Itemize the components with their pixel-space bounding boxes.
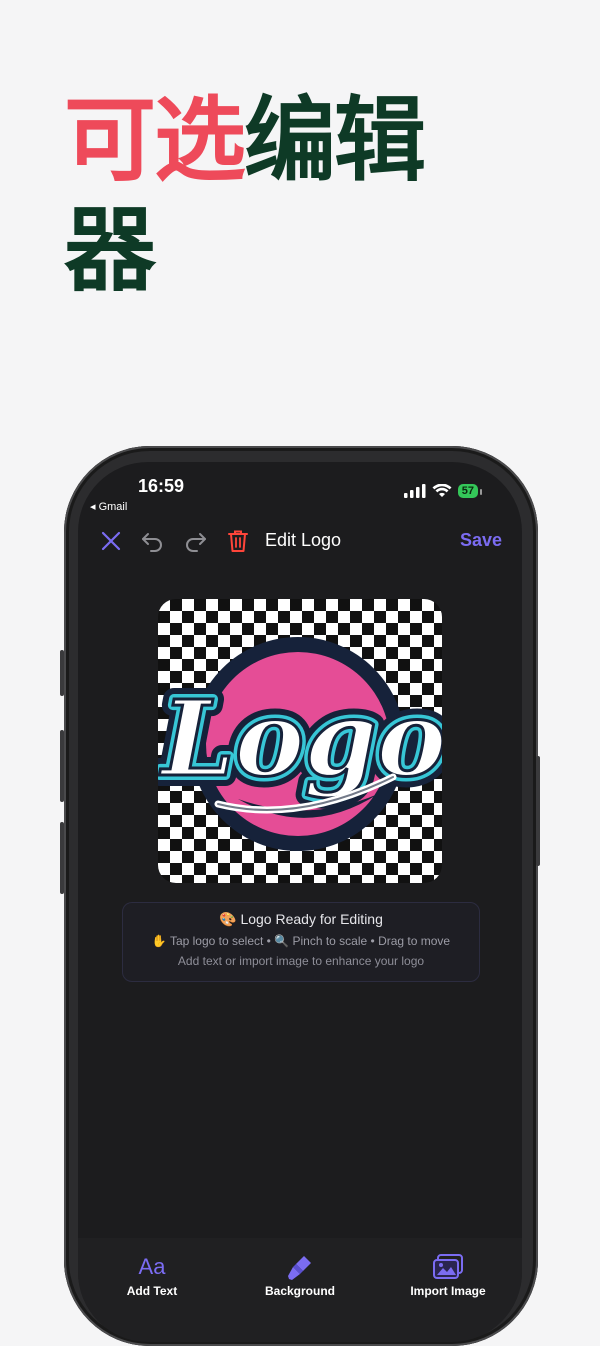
add-text-label: Add Text <box>126 1284 178 1298</box>
phone-action-button <box>60 650 64 696</box>
import-image-button[interactable]: Import Image <box>388 1250 508 1342</box>
import-image-label: Import Image <box>410 1284 486 1298</box>
status-time: 16:59 <box>138 476 185 496</box>
redo-button[interactable] <box>181 526 211 556</box>
background-label: Background <box>264 1284 335 1298</box>
page-title: Edit Logo <box>265 530 342 550</box>
info-title: 🎨 Logo Ready for Editing <box>219 911 383 927</box>
undo-icon <box>142 533 162 552</box>
trash-icon <box>228 530 248 552</box>
signal-icon <box>403 484 426 498</box>
save-button[interactable]: Save <box>460 530 502 551</box>
status-bar: 16:59 ◂ Gmail 57 <box>78 462 522 522</box>
back-to-app-link[interactable]: ◂ Gmail <box>90 500 127 513</box>
app-screen: 16:59 ◂ Gmail 57 Edit Logo Save Logo Log… <box>78 462 522 1342</box>
close-button[interactable] <box>96 526 126 556</box>
brush-icon <box>240 1250 360 1284</box>
status-icons: 57 <box>403 484 483 498</box>
headline-dark: 编辑 <box>244 87 426 194</box>
info-subhint: Add text or import image to enhance your… <box>177 954 425 968</box>
redo-icon <box>186 533 206 552</box>
phone-volume-down-button <box>60 822 64 894</box>
image-icon <box>388 1250 508 1284</box>
logo-image[interactable]: Logo Logo Logo <box>158 599 442 883</box>
text-icon: Aa <box>138 1254 166 1279</box>
info-hint: ✋ Tap logo to select • 🔍 Pinch to scale … <box>151 934 451 948</box>
headline-accent: 可选 <box>64 87 246 194</box>
info-card: 🎨 Logo Ready for Editing ✋ Tap logo to s… <box>122 902 480 982</box>
delete-button[interactable] <box>223 526 253 556</box>
undo-button[interactable] <box>137 526 167 556</box>
logo-text: Logo <box>159 677 442 800</box>
add-text-button[interactable]: Aa Add Text <box>92 1250 212 1342</box>
wifi-icon <box>432 484 452 497</box>
bottom-toolbar: Aa Add Text Background Import Image <box>78 1238 522 1342</box>
logo-canvas[interactable]: Logo Logo Logo <box>158 599 442 883</box>
phone-volume-up-button <box>60 730 64 802</box>
close-icon <box>101 531 121 551</box>
editor-toolbar: Edit Logo Save <box>78 522 522 558</box>
battery-indicator: 57 <box>457 484 483 498</box>
phone-power-button <box>536 756 540 866</box>
headline-dark-line2: 器 <box>64 197 156 304</box>
promo-headline: 可选编辑 器 <box>64 86 484 306</box>
background-button[interactable]: Background <box>240 1250 360 1342</box>
